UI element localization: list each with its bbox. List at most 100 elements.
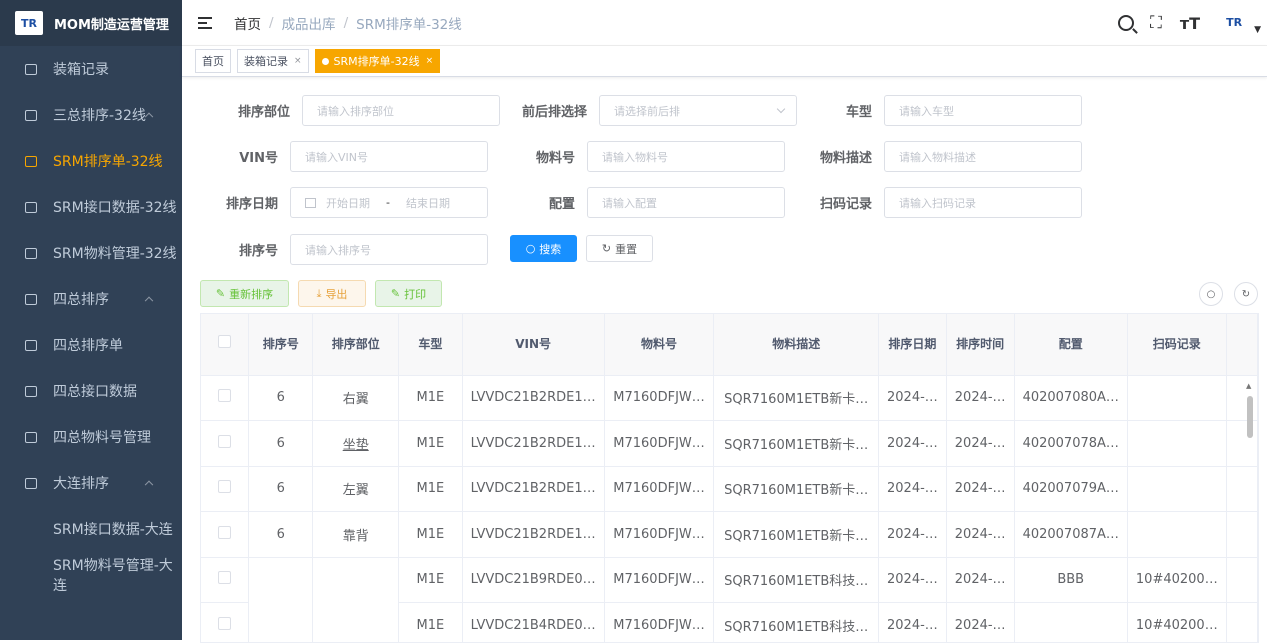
avatar[interactable]: TR (1218, 13, 1250, 33)
table-row[interactable]: M1E LVVDC21B9RDE0… M7160DFJW… SQR7160M1E… (201, 557, 1258, 603)
breadcrumb-separator: / (344, 15, 349, 31)
sidebar-item-srm-interface-32[interactable]: SRM接口数据-32线 (0, 184, 182, 230)
table-cell: 2024-… (879, 557, 947, 603)
sort-dept-input[interactable]: 请输入排序部位 (302, 95, 500, 126)
form-label: 配置 (488, 193, 575, 212)
table-row[interactable]: 6 右翼 M1E LVVDC21B2RDE1… M7160DFJW… SQR71… (201, 375, 1258, 421)
hamburger-icon[interactable] (198, 17, 212, 29)
car-model-input[interactable]: 请输入车型 (884, 95, 1082, 126)
sidebar-item-srm-sort-order-32[interactable]: SRM排序单-32线 (0, 138, 182, 184)
breadcrumb-current: SRM排序单-32线 (356, 13, 462, 33)
table-cell: SQR7160M1ETB新卡… (714, 466, 879, 512)
column-header: VIN号 (462, 314, 604, 375)
breadcrumb-home[interactable]: 首页 (234, 13, 261, 33)
resort-button[interactable]: ✎重新排序 (200, 280, 289, 307)
logo-area[interactable]: TR MOM制造运营管理 (0, 0, 182, 46)
sidebar-item-sort4[interactable]: 四总排序 (0, 276, 182, 322)
tag-packing-records[interactable]: 装箱记录× (237, 49, 309, 73)
scan-record-input[interactable]: 请输入扫码记录 (884, 187, 1082, 218)
form-item-material-desc: 物料描述 请输入物料描述 (785, 141, 1082, 172)
font-size-icon[interactable]: тT (1180, 14, 1200, 33)
tag-srm-sort-order-32[interactable]: SRM排序单-32线× (315, 49, 441, 73)
table: 排序号 排序部位 车型 VIN号 物料号 物料描述 排序日期 排序时间 配置 扫… (201, 314, 1258, 643)
table-cell: 2024-… (879, 421, 947, 467)
column-header: 排序部位 (313, 314, 399, 375)
sort-no-input[interactable]: 请输入排序号 (290, 234, 488, 265)
material-no-input[interactable]: 请输入物料号 (587, 141, 785, 172)
navbar-right: ⛶ тT TR ▼ (1118, 0, 1267, 46)
table-scrollbar[interactable]: ▲ (1244, 378, 1254, 640)
print-button[interactable]: ✎打印 (375, 280, 442, 307)
table-cell: SQR7160M1ETB新卡… (714, 512, 879, 558)
row-checkbox[interactable] (201, 466, 249, 512)
search-icon[interactable] (1118, 15, 1134, 31)
brand-logo: TR (15, 11, 43, 35)
table-cell (1127, 466, 1226, 512)
form-label: 排序部位 (182, 101, 290, 120)
table-cell: 402007087A… (1014, 512, 1127, 558)
sidebar-item-label: SRM物料管理-32线 (53, 243, 177, 263)
material-desc-input[interactable]: 请输入物料描述 (884, 141, 1082, 172)
cell-link-text[interactable]: 坐垫 (343, 438, 369, 453)
scroll-thumb[interactable] (1247, 396, 1253, 438)
sidebar-item-dalian-sort[interactable]: 大连排序 (0, 460, 182, 506)
start-date-input[interactable]: 开始日期 (326, 195, 370, 211)
row-checkbox[interactable] (201, 421, 249, 467)
front-back-select[interactable]: 请选择前后排 (599, 95, 797, 126)
row-checkbox[interactable] (201, 557, 249, 603)
sidebar-item-sort3-32[interactable]: 三总排序-32线 (0, 92, 182, 138)
scroll-up-icon[interactable]: ▲ (1246, 382, 1251, 390)
caret-down-icon[interactable]: ▼ (1254, 25, 1261, 35)
fullscreen-icon[interactable]: ⛶ (1150, 13, 1162, 33)
form-label: 排序号 (182, 240, 278, 259)
config-input[interactable]: 请输入配置 (587, 187, 785, 218)
table-row[interactable]: 6 靠背 M1E LVVDC21B2RDE1… M7160DFJW… SQR71… (201, 512, 1258, 558)
row-checkbox[interactable] (201, 603, 249, 643)
tag-home[interactable]: 首页 (195, 49, 231, 73)
sidebar-item-label: 四总排序 (53, 289, 109, 309)
sidebar-item-srm-interface-dalian[interactable]: SRM接口数据-大连 (0, 506, 182, 552)
sidebar-item-label: SRM接口数据-32线 (53, 197, 177, 217)
select-all-checkbox[interactable] (201, 314, 249, 375)
form-label: 物料号 (488, 147, 575, 166)
table-cell-link[interactable]: 坐垫 (313, 421, 399, 467)
grid-icon (25, 386, 37, 397)
table-cell: 2024-… (946, 375, 1014, 421)
sidebar-item-packing-records[interactable]: 装箱记录 (0, 46, 182, 92)
search-button[interactable]: ○搜索 (510, 235, 577, 262)
table-cell: LVVDC21B4RDE0… (462, 603, 604, 643)
toggle-search-button[interactable]: ○ (1199, 282, 1223, 306)
sidebar-item-label: 四总物料号管理 (53, 427, 151, 447)
vin-input[interactable]: 请输入VIN号 (290, 141, 488, 172)
table-cell: 2024-… (879, 375, 947, 421)
table-row[interactable]: 6 左翼 M1E LVVDC21B2RDE1… M7160DFJW… SQR71… (201, 466, 1258, 512)
end-date-input[interactable]: 结束日期 (406, 195, 450, 211)
sidebar-item-sort4-material[interactable]: 四总物料号管理 (0, 414, 182, 460)
table-cell: LVVDC21B2RDE1… (462, 421, 604, 467)
data-table: 排序号 排序部位 车型 VIN号 物料号 物料描述 排序日期 排序时间 配置 扫… (200, 313, 1259, 643)
table-cell (1014, 603, 1127, 643)
table-cell: 左翼 (313, 466, 399, 512)
refresh-button[interactable]: ↻ (1234, 282, 1258, 306)
sidebar-item-srm-material-dalian[interactable]: SRM物料号管理-大连 (0, 552, 182, 598)
table-row[interactable]: 6 坐垫 M1E LVVDC21B2RDE1… M7160DFJW… SQR71… (201, 421, 1258, 467)
sidebar-item-sort4-order[interactable]: 四总排序单 (0, 322, 182, 368)
reset-button[interactable]: ↻重置 (586, 235, 653, 262)
breadcrumb-separator: / (269, 15, 274, 31)
row-checkbox[interactable] (201, 375, 249, 421)
menu-icon (25, 110, 37, 121)
sidebar-item-sort4-interface[interactable]: 四总接口数据 (0, 368, 182, 414)
export-button[interactable]: ⤓导出 (298, 280, 366, 307)
form-label: 物料描述 (785, 147, 872, 166)
sort-date-range[interactable]: 开始日期 - 结束日期 (290, 187, 488, 218)
table-cell (249, 557, 313, 643)
row-checkbox[interactable] (201, 512, 249, 558)
table-cell: M1E (399, 557, 463, 603)
edit-icon: ✎ (216, 287, 225, 300)
refresh-icon: ↻ (1242, 289, 1250, 300)
close-icon[interactable]: × (426, 56, 434, 66)
table-cell: 2024-… (879, 512, 947, 558)
sidebar-item-srm-material-32[interactable]: SRM物料管理-32线 (0, 230, 182, 276)
table-cell: 10#40200… (1127, 603, 1226, 643)
close-icon[interactable]: × (294, 56, 302, 66)
